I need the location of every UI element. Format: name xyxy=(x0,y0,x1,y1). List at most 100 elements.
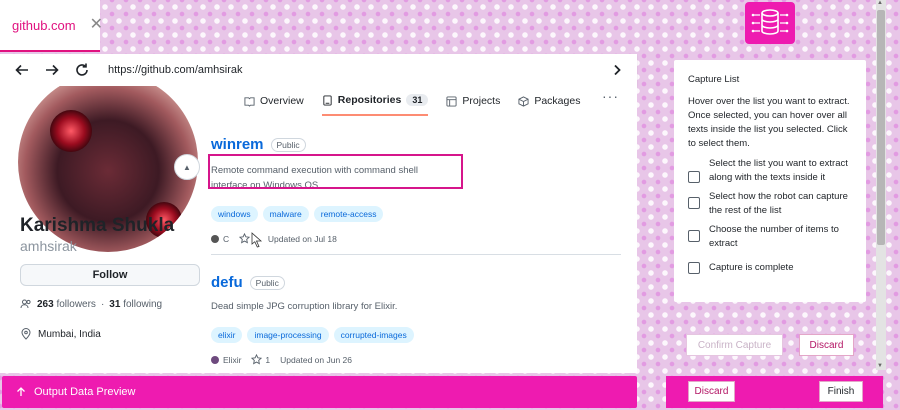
capture-step: Select how the robot can capture the res… xyxy=(688,190,852,218)
following-label: following xyxy=(123,298,163,310)
step-label: Choose the number of items to extract xyxy=(709,224,839,249)
tab-repositories-label: Repositories xyxy=(337,94,402,106)
github-profile-page: ▲ Karishma Shukla amhsirak Follow 263 fo… xyxy=(0,86,637,373)
scrollbar[interactable]: ▲ ▼ xyxy=(876,0,886,370)
discard-button[interactable]: Discard xyxy=(688,381,735,402)
tab-packages[interactable]: Packages xyxy=(518,94,580,116)
stars-link[interactable]: 1 xyxy=(251,354,270,365)
capture-step: Select the list you want to extract alon… xyxy=(688,157,852,185)
topic-tag[interactable]: remote-access xyxy=(313,206,384,222)
star-icon xyxy=(251,354,263,365)
following-link[interactable]: 31 following xyxy=(109,299,162,310)
repo-name-link[interactable]: winrem xyxy=(211,136,264,153)
updated-text: Updated on Jul 18 xyxy=(267,233,337,244)
location-pin-icon xyxy=(21,328,31,340)
database-robot-icon xyxy=(751,9,789,35)
arrow-left-icon xyxy=(15,64,28,76)
avatar-eye-left xyxy=(50,110,92,152)
repo-name-link[interactable]: defu xyxy=(211,274,243,291)
repositories-count-badge: 31 xyxy=(406,94,429,106)
arrow-right-icon xyxy=(46,64,59,76)
capture-description: Hover over the list you want to extract.… xyxy=(688,96,850,149)
repo-description: Dead simple JPG corruption library for E… xyxy=(211,301,398,312)
reload-button[interactable] xyxy=(70,58,94,82)
book-icon xyxy=(244,96,255,107)
robot-logo xyxy=(745,2,795,44)
step-label: Select how the robot can capture the res… xyxy=(709,191,848,216)
step-label: Select the list you want to extract alon… xyxy=(709,158,848,183)
output-data-preview-button[interactable]: Output Data Preview xyxy=(2,376,637,408)
profile-full-name: Karishma Shukla xyxy=(20,215,175,236)
address-bar: https://github.com/amhsirak xyxy=(0,54,637,86)
scroll-down-icon[interactable]: ▼ xyxy=(877,363,883,369)
confirm-capture-button[interactable]: Confirm Capture xyxy=(686,334,783,356)
repo-divider xyxy=(211,254,621,255)
go-button[interactable] xyxy=(607,60,627,80)
location-text: Mumbai, India xyxy=(38,328,101,340)
package-icon xyxy=(518,95,529,107)
location-row: Mumbai, India xyxy=(20,328,101,340)
discard-capture-button[interactable]: Discard xyxy=(799,334,854,356)
step-checkbox[interactable] xyxy=(688,262,700,274)
profile-login: amhsirak xyxy=(20,238,77,254)
scroll-up-icon[interactable]: ▲ xyxy=(877,0,883,6)
follow-button[interactable]: Follow xyxy=(20,264,200,286)
followers-label: followers xyxy=(56,298,96,310)
language-name: C xyxy=(223,233,230,244)
followers-row: 263 followers · 31 following xyxy=(20,298,162,310)
following-count: 31 xyxy=(109,298,121,310)
followers-count: 263 xyxy=(37,298,54,310)
chevron-right-icon xyxy=(614,64,621,76)
step-label: Capture is complete xyxy=(709,262,794,273)
status-button[interactable]: ▲ xyxy=(174,154,200,180)
follows-separator: · xyxy=(100,298,105,310)
star-icon xyxy=(239,233,251,244)
capture-step: Capture is complete xyxy=(688,256,852,275)
step-checkbox[interactable] xyxy=(688,197,700,209)
topic-tag[interactable]: windows xyxy=(211,206,258,222)
browser-tab[interactable]: github.com ✕ xyxy=(0,0,103,52)
more-options-icon[interactable]: ··· xyxy=(602,88,619,104)
profile-nav: Overview Repositories 31 Projects Packag… xyxy=(244,94,580,116)
capture-list-panel: Capture List Hover over the list you wan… xyxy=(674,60,866,302)
url-field[interactable]: https://github.com/amhsirak xyxy=(108,64,607,76)
step-checkbox[interactable] xyxy=(688,171,700,183)
language: C xyxy=(211,234,229,244)
reload-icon xyxy=(76,63,88,76)
topic-tag[interactable]: corrupted-images xyxy=(333,327,414,343)
people-icon xyxy=(20,299,31,309)
capture-step: Choose the number of items to extract xyxy=(688,223,852,251)
language: Elixir xyxy=(211,355,241,365)
tab-title: github.com xyxy=(12,17,76,33)
capture-highlight-box xyxy=(208,154,463,189)
close-tab-icon[interactable]: ✕ xyxy=(90,17,103,33)
stars-count: 1 xyxy=(265,354,271,365)
capture-title: Capture List xyxy=(688,74,740,85)
tab-projects-label: Projects xyxy=(462,95,501,107)
followers-link[interactable]: 263 followers xyxy=(37,299,96,310)
finish-button[interactable]: Finish xyxy=(819,381,863,402)
language-color-dot xyxy=(211,355,219,364)
arrow-up-icon xyxy=(17,387,25,396)
repo-item: winrem Public Remote command execution w… xyxy=(211,136,621,244)
tab-repositories[interactable]: Repositories 31 xyxy=(321,94,429,116)
language-color-dot xyxy=(211,234,219,243)
topic-tag[interactable]: malware xyxy=(262,206,309,222)
tab-projects[interactable]: Projects xyxy=(446,94,500,116)
repo-icon xyxy=(323,94,332,106)
repo-item: defu Public Dead simple JPG corruption l… xyxy=(211,274,621,365)
visibility-badge: Public xyxy=(270,137,306,152)
forward-button[interactable] xyxy=(40,58,64,82)
step-checkbox[interactable] xyxy=(688,230,700,242)
visibility-badge: Public xyxy=(249,275,285,290)
mouse-cursor-icon xyxy=(251,232,263,248)
tab-packages-label: Packages xyxy=(534,95,581,107)
topic-tag[interactable]: image-processing xyxy=(247,327,329,343)
table-icon xyxy=(446,95,457,107)
updated-text: Updated on Jun 26 xyxy=(280,354,352,365)
scrollbar-thumb[interactable] xyxy=(877,10,885,245)
topic-tag[interactable]: elixir xyxy=(211,327,243,343)
back-button[interactable] xyxy=(10,58,34,82)
output-data-preview-label: Output Data Preview xyxy=(34,386,136,398)
tab-overview[interactable]: Overview xyxy=(244,94,304,116)
